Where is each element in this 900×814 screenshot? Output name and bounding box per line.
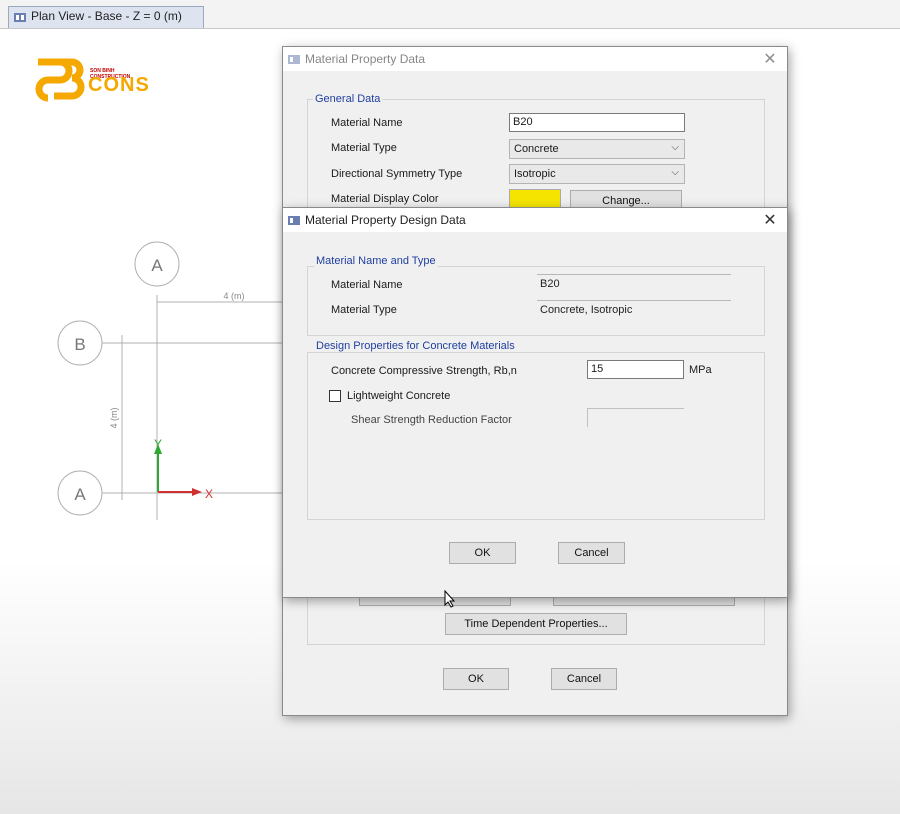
- cancel-button[interactable]: Cancel: [558, 542, 625, 564]
- titlebar: Material Property Design Data ✕: [283, 208, 787, 232]
- cancel-button[interactable]: Cancel: [551, 668, 617, 690]
- material-type-label: Material Type: [331, 142, 397, 154]
- app-icon: [288, 216, 300, 225]
- symmetry-value: Isotropic: [514, 168, 556, 180]
- material-name-value: B20: [537, 274, 731, 293]
- titlebar: Material Property Data ✕: [283, 47, 787, 71]
- axis-x-label: X: [205, 487, 213, 501]
- symmetry-select[interactable]: Isotropic ⌵: [509, 164, 685, 184]
- app-icon: [288, 55, 300, 64]
- design-properties-group: [307, 352, 765, 520]
- general-data-title: General Data: [313, 93, 383, 105]
- lightweight-checkbox[interactable]: [329, 390, 341, 402]
- grid-label-b: B: [74, 335, 85, 354]
- strength-input[interactable]: 15: [587, 360, 684, 379]
- material-name-label: Material Name: [331, 279, 403, 291]
- material-design-data-dialog: Material Property Design Data ✕ Material…: [282, 207, 788, 598]
- material-type-label: Material Type: [331, 304, 397, 316]
- chevron-down-icon: ⌵: [671, 142, 679, 153]
- sbcons-logo: SON BINH CONSTRUCTION CONS: [30, 58, 150, 104]
- dimension-y: 4 (m): [109, 408, 119, 429]
- dialog-title: Material Property Design Data: [305, 213, 466, 227]
- symmetry-label: Directional Symmetry Type: [331, 168, 463, 180]
- close-icon[interactable]: ✕: [761, 49, 779, 69]
- strength-unit: MPa: [689, 364, 712, 376]
- name-type-title: Material Name and Type: [314, 255, 438, 267]
- close-icon[interactable]: ✕: [761, 210, 779, 230]
- shear-reduction-input: [587, 408, 684, 427]
- mouse-cursor-icon: [444, 590, 456, 608]
- strength-label: Concrete Compressive Strength, Rb,n: [331, 365, 517, 377]
- material-type-value: Concrete, Isotropic: [537, 300, 731, 319]
- material-name-input[interactable]: B20: [509, 113, 685, 132]
- plan-view-icon: [14, 13, 26, 22]
- grid-label-a: A: [74, 485, 86, 504]
- tab-label: Plan View - Base - Z = 0 (m): [31, 9, 182, 23]
- display-color-label: Material Display Color: [331, 193, 439, 205]
- lightweight-label: Lightweight Concrete: [347, 390, 451, 402]
- material-name-label: Material Name: [331, 117, 403, 129]
- logo-brand: CONS: [88, 74, 150, 96]
- axis-y-label: Y: [154, 437, 162, 451]
- document-tab-strip: Plan View - Base - Z = 0 (m): [0, 0, 900, 29]
- tab-plan-view[interactable]: Plan View - Base - Z = 0 (m): [8, 6, 204, 28]
- shear-reduction-label: Shear Strength Reduction Factor: [351, 414, 512, 426]
- grid-label-top: A: [151, 256, 163, 275]
- design-properties-title: Design Properties for Concrete Materials: [314, 340, 517, 352]
- time-dependent-button[interactable]: Time Dependent Properties...: [445, 613, 627, 635]
- ok-button[interactable]: OK: [443, 668, 509, 690]
- material-type-select[interactable]: Concrete ⌵: [509, 139, 685, 159]
- material-type-value: Concrete: [514, 143, 559, 155]
- dialog-title: Material Property Data: [305, 52, 426, 66]
- chevron-down-icon: ⌵: [671, 167, 679, 178]
- ok-button[interactable]: OK: [449, 542, 516, 564]
- dimension-x: 4 (m): [224, 291, 245, 301]
